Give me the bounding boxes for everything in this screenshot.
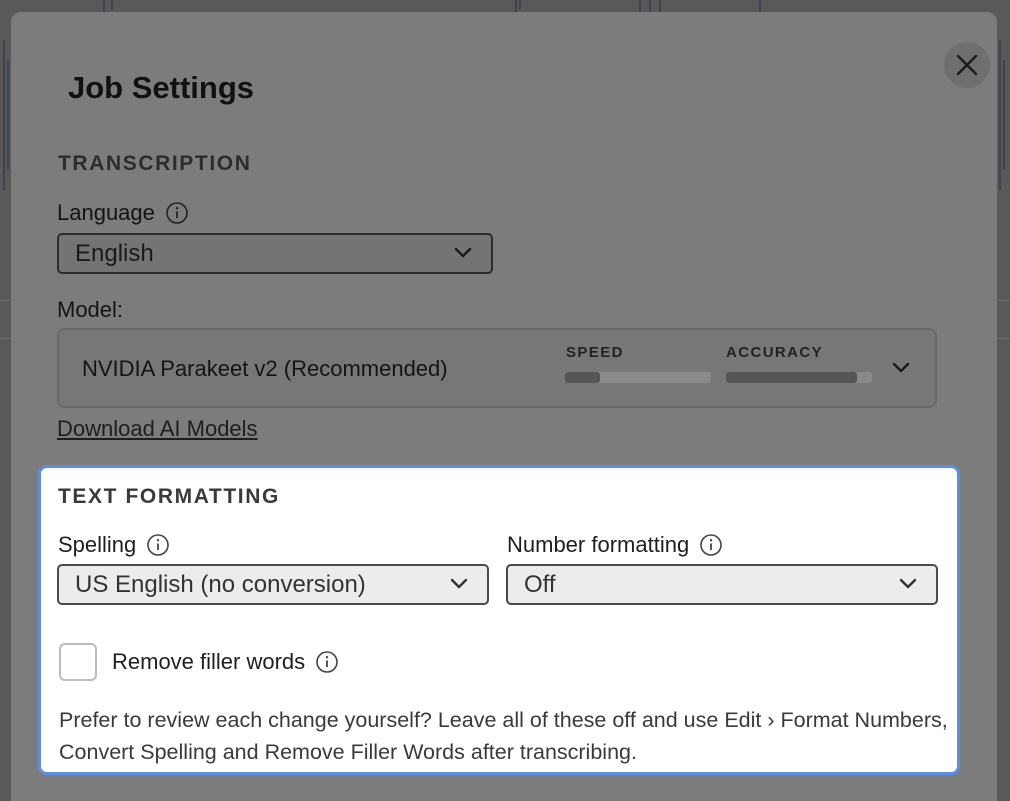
- text-formatting-panel: TEXT FORMATTING Spelling US English (no …: [38, 465, 960, 775]
- accuracy-meter: [726, 372, 872, 383]
- transcription-heading: TRANSCRIPTION: [58, 152, 252, 175]
- number-formatting-select-value: Off: [524, 570, 556, 598]
- chevron-down-icon: [454, 247, 472, 258]
- spelling-select[interactable]: US English (no conversion): [57, 564, 489, 605]
- spelling-label-text: Spelling: [58, 532, 137, 557]
- close-icon: [956, 54, 978, 76]
- language-label: Language: [57, 200, 189, 226]
- remove-filler-words-text: Remove filler words: [112, 649, 306, 674]
- model-label: Model:: [57, 297, 124, 322]
- remove-filler-words-label[interactable]: Remove filler words: [112, 649, 339, 675]
- speed-label: SPEED: [566, 344, 624, 361]
- number-formatting-label-text: Number formatting: [507, 532, 690, 557]
- remove-filler-words-checkbox[interactable]: [59, 643, 97, 681]
- language-select-value: English: [75, 239, 154, 267]
- language-select[interactable]: English: [57, 233, 493, 274]
- number-formatting-select[interactable]: Off: [506, 564, 938, 605]
- text-formatting-heading: TEXT FORMATTING: [58, 485, 280, 508]
- info-icon[interactable]: [165, 201, 189, 225]
- chevron-down-icon: [450, 578, 468, 589]
- close-button[interactable]: [944, 42, 990, 88]
- number-formatting-label: Number formatting: [507, 532, 723, 558]
- help-note: Prefer to review each change yourself? L…: [59, 708, 948, 764]
- model-name: NVIDIA Parakeet v2 (Recommended): [82, 356, 448, 381]
- info-icon[interactable]: [699, 533, 723, 557]
- spelling-label: Spelling: [58, 532, 170, 558]
- chevron-down-icon: [899, 578, 917, 589]
- download-ai-models-link[interactable]: Download AI Models: [57, 416, 258, 442]
- info-icon[interactable]: [146, 533, 170, 557]
- dialog-title: Job Settings: [68, 70, 255, 105]
- speed-meter: [565, 372, 711, 383]
- speed-meter-fill: [565, 372, 601, 383]
- spelling-select-value: US English (no conversion): [75, 570, 366, 598]
- accuracy-label: ACCURACY: [726, 344, 824, 361]
- model-select[interactable]: NVIDIA Parakeet v2 (Recommended) SPEED A…: [57, 328, 937, 408]
- accuracy-meter-fill: [726, 372, 858, 383]
- language-label-text: Language: [57, 200, 155, 225]
- chevron-down-icon: [892, 362, 910, 373]
- info-icon[interactable]: [315, 650, 339, 674]
